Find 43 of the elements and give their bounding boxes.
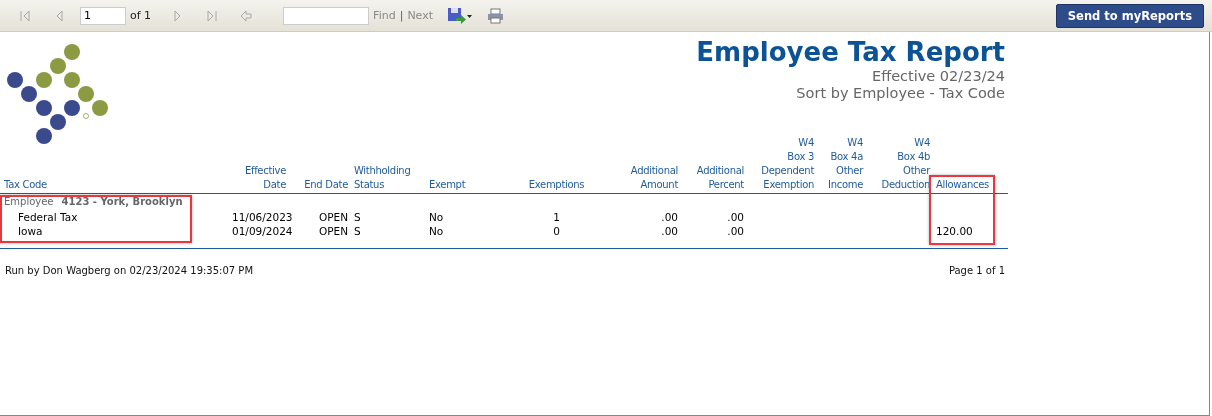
column-header: Additional Amount [629,164,679,192]
page-number-field[interactable]: 1 [80,6,126,25]
page-indicator: Page 1 of 1 [948,265,1005,276]
table-cell-text: S [353,210,362,224]
table-cell-text: .00 [660,224,679,238]
run-by-text: Run by Don Wagberg on 02/23/2024 19:35:07 PM [5,265,254,276]
table-cell-text: 1 [552,210,561,224]
back-arrow-icon [240,9,253,22]
column-header: W4 Box 3 Dependent Exemption [760,136,815,192]
table-cell-text: 0 [552,224,561,238]
page-count: of 1 [130,9,152,22]
column-header: Exempt [428,178,467,192]
table-cell-text: Iowa [17,224,44,238]
table-cell-text: .00 [726,224,745,238]
employee-name: 4123 - York, Brooklyn [61,195,183,209]
separator: | [399,9,404,22]
column-header: Exemptions [527,178,586,192]
column-header: W4 Box 4b Other Deduction [880,136,932,192]
column-header: Withholding Status [353,164,412,192]
column-header: Effective Date [243,164,287,192]
report-title: Employee Tax Report [696,36,1005,68]
table-cell-text: S [353,224,362,238]
export-icon[interactable] [447,6,473,25]
column-header: End Date [303,178,349,192]
table-cell-text: .00 [660,210,679,224]
column-header: Additional Percent [695,164,745,192]
print-icon[interactable] [487,7,504,24]
column-header: W4 Box 4a Other Income [827,136,865,192]
group-label: Employee [4,195,54,209]
column-header: Allowances [935,178,991,192]
report-subtitle: Sort by Employee - Tax Code [796,85,1005,102]
first-page-icon [19,9,31,22]
table-cell-text: Federal Tax [17,210,79,224]
send-to-myreports-button[interactable]: Send to myReports [1055,3,1204,28]
column-header: Tax Code [3,178,48,192]
table-cell-text: .00 [726,210,745,224]
last-page-icon [206,9,219,22]
table-cell-text: No [428,224,445,238]
table-cell-text: No [428,210,445,224]
table-cell-text: 120.00 [935,224,974,238]
highlight-box [929,175,995,245]
find-field[interactable] [283,6,370,25]
report-subtitle: Effective 02/23/24 [872,68,1005,85]
